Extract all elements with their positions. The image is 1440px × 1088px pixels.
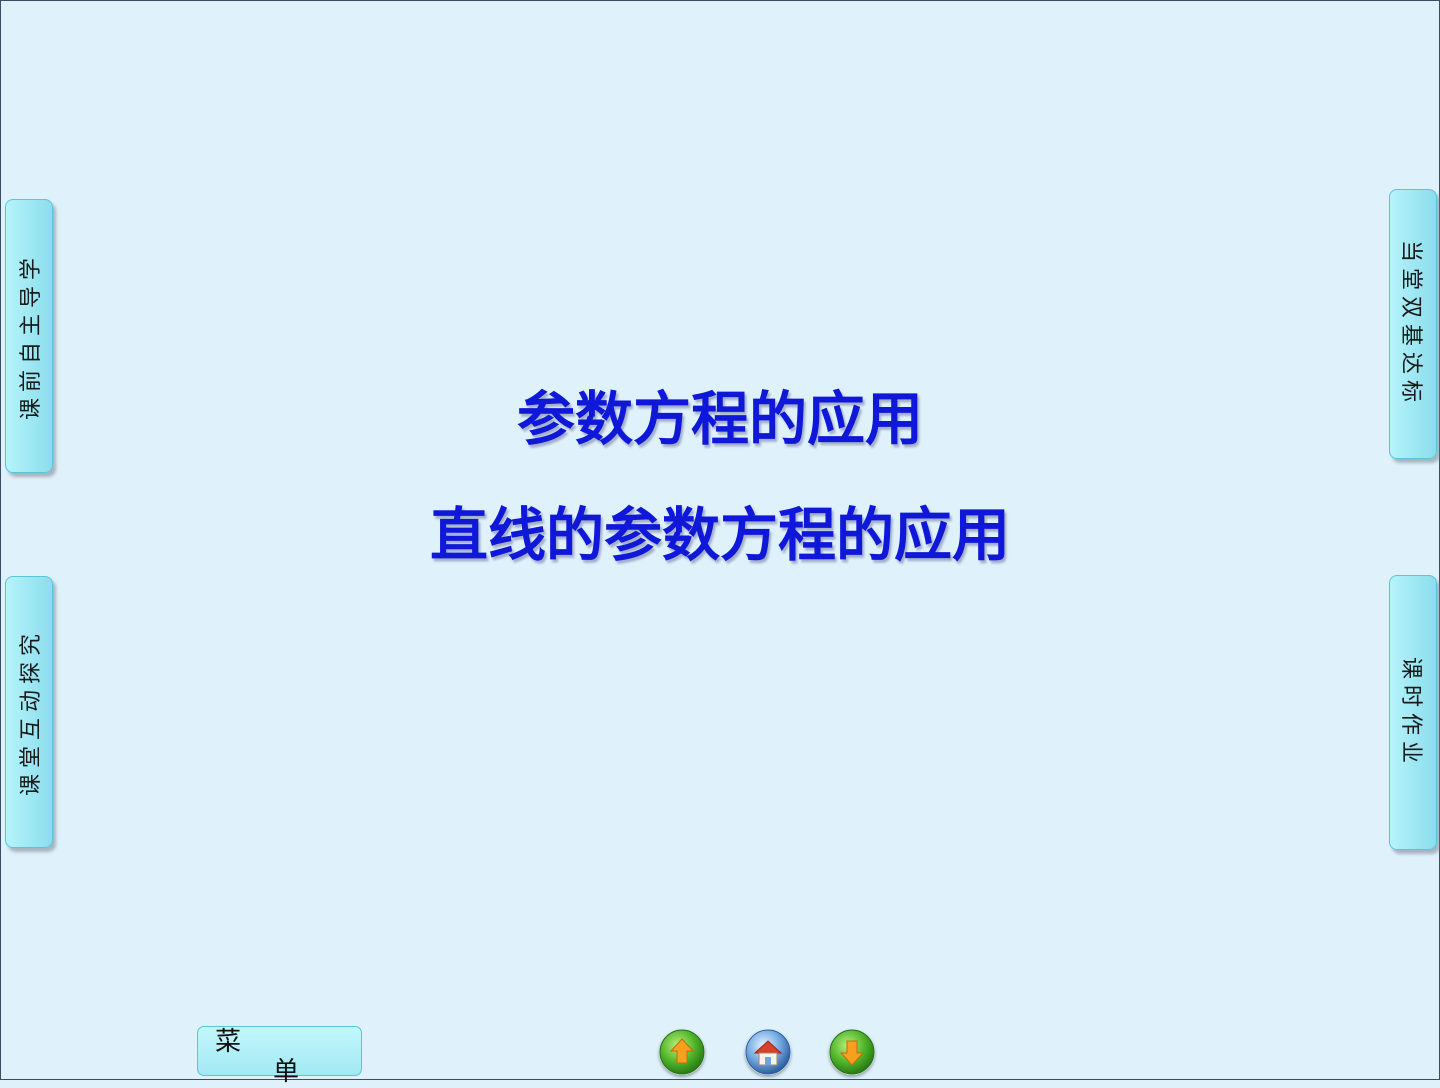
home-icon bbox=[745, 1029, 791, 1075]
menu-button[interactable]: 菜 单 bbox=[197, 1026, 362, 1087]
tab-homework[interactable]: 课时作业 bbox=[1389, 575, 1437, 850]
next-button[interactable] bbox=[829, 1029, 875, 1075]
tab-label: 课时作业 bbox=[1398, 656, 1424, 769]
menu-label-char-2: 单 bbox=[273, 1057, 300, 1087]
tab-label: 课堂互动探究 bbox=[19, 627, 45, 797]
page-subtitle: 直线的参数方程的应用 bbox=[429, 501, 1010, 569]
page-title: 参数方程的应用 bbox=[516, 385, 923, 453]
up-arrow-icon bbox=[659, 1029, 705, 1075]
tab-class-interactive-inquiry[interactable]: 课堂互动探究 bbox=[5, 576, 53, 848]
previous-button[interactable] bbox=[659, 1029, 705, 1075]
down-arrow-icon bbox=[829, 1029, 875, 1075]
menu-label-char-1: 菜 bbox=[215, 1027, 242, 1057]
home-button[interactable] bbox=[745, 1029, 791, 1075]
